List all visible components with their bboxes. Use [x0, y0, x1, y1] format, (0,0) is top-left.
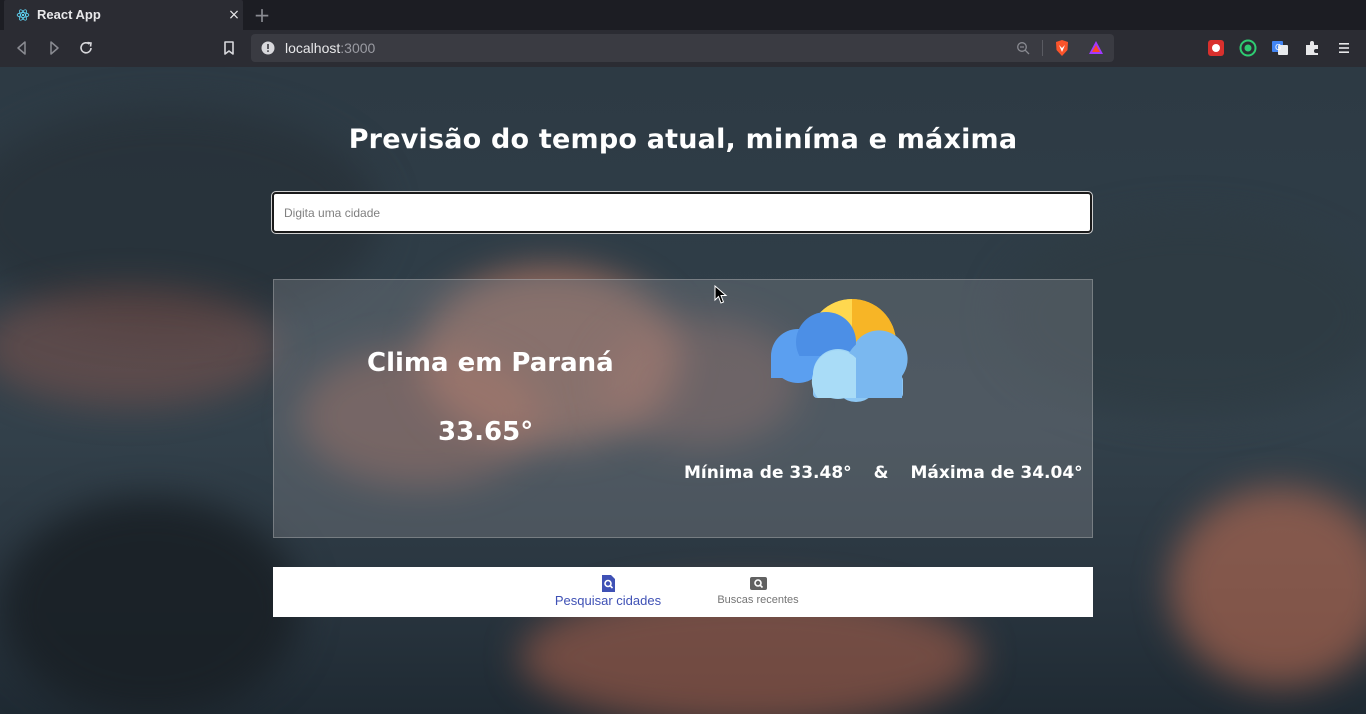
- svg-text:G: G: [1275, 43, 1281, 52]
- url-text: localhost:3000: [285, 40, 375, 56]
- browser-tab[interactable]: React App ×: [4, 0, 243, 30]
- extensions-puzzle-icon[interactable]: [1303, 39, 1321, 57]
- nav-search-label: Pesquisar cidades: [554, 593, 662, 608]
- nav-recent-searches[interactable]: Buscas recentes: [715, 567, 801, 617]
- extension-red-icon[interactable]: [1207, 39, 1225, 57]
- city-search-input[interactable]: [271, 191, 1093, 234]
- min-max-separator: &: [873, 463, 889, 483]
- url-host: localhost: [285, 40, 341, 56]
- page-title: Previsão do tempo atual, miníma e máxima: [348, 124, 1018, 155]
- new-tab-button[interactable]: +: [252, 5, 272, 25]
- brave-shield-icon[interactable]: [1054, 39, 1070, 57]
- tab-close-button[interactable]: ×: [226, 7, 242, 23]
- menu-icon[interactable]: [1335, 39, 1353, 57]
- image-search-icon: [749, 577, 767, 590]
- max-temperature: Máxima de 34.04°: [910, 463, 1083, 483]
- extension-green-icon[interactable]: [1239, 39, 1257, 57]
- file-search-icon: [601, 575, 615, 592]
- current-temperature: 33.65°: [438, 417, 534, 447]
- weather-card: Clima em Paraná 33.65° Mínima de 33.48° &…: [273, 279, 1093, 538]
- browser-toolbar: localhost:3000 G: [0, 30, 1366, 67]
- min-max-temperature: Mínima de 33.48° & Máxima de 34.04°: [684, 463, 1083, 483]
- url-port: :3000: [340, 40, 376, 56]
- tab-title: React App: [37, 7, 101, 22]
- forward-icon[interactable]: [45, 39, 63, 57]
- sunset-cloud: [0, 287, 280, 407]
- zoom-icon[interactable]: [1016, 41, 1030, 55]
- bookmark-icon[interactable]: [220, 39, 238, 57]
- back-icon[interactable]: [13, 39, 31, 57]
- reload-icon[interactable]: [77, 39, 95, 57]
- nav-search-cities[interactable]: Pesquisar cidades: [551, 567, 665, 617]
- city-title: Clima em Paraná: [367, 348, 614, 378]
- dark-cloud: [0, 497, 300, 714]
- page-background: Previsão do tempo atual, miníma e máxima…: [0, 67, 1366, 714]
- nav-recent-label: Buscas recentes: [717, 594, 799, 606]
- react-logo-icon: [16, 9, 30, 21]
- browser-tab-bar: React App × +: [0, 0, 1366, 30]
- mouse-cursor-icon: [714, 285, 728, 304]
- url-divider: [1042, 40, 1043, 56]
- sunset-cloud: [1170, 487, 1366, 687]
- min-temperature: Mínima de 33.48°: [684, 463, 852, 483]
- partly-cloudy-icon: [771, 299, 908, 402]
- info-icon[interactable]: [261, 41, 275, 55]
- brave-rewards-icon[interactable]: [1088, 40, 1104, 56]
- translate-icon[interactable]: G: [1271, 39, 1289, 57]
- bottom-navigation: Pesquisar cidades Buscas recentes: [273, 567, 1093, 617]
- address-bar[interactable]: localhost:3000: [251, 34, 1114, 62]
